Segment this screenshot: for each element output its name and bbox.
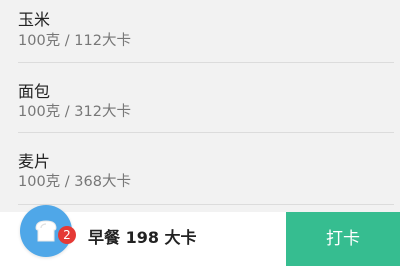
food-detail: 100克 / 112大卡 bbox=[18, 33, 131, 49]
food-list: 玉米 100克 / 112大卡 面包 100克 / 312大卡 麦片 100克 … bbox=[0, 0, 400, 212]
food-detail: 100克 / 368大卡 bbox=[18, 174, 131, 190]
food-item-corn[interactable]: 玉米 100克 / 112大卡 bbox=[0, 0, 400, 71]
food-item-oatmeal[interactable]: 麦片 100克 / 368大卡 bbox=[0, 141, 400, 212]
divider bbox=[18, 132, 394, 133]
food-name: 麦片 bbox=[18, 152, 51, 171]
checkin-button[interactable]: 打卡 bbox=[286, 212, 400, 266]
food-detail: 100克 / 312大卡 bbox=[18, 104, 131, 120]
bread-icon bbox=[35, 220, 57, 242]
food-name: 玉米 bbox=[18, 10, 51, 29]
divider bbox=[18, 204, 394, 205]
meal-calorie-summary: 早餐 198 大卡 bbox=[88, 228, 197, 247]
food-name: 面包 bbox=[18, 82, 51, 101]
cart-count-badge: 2 bbox=[58, 226, 76, 244]
divider bbox=[18, 62, 394, 63]
